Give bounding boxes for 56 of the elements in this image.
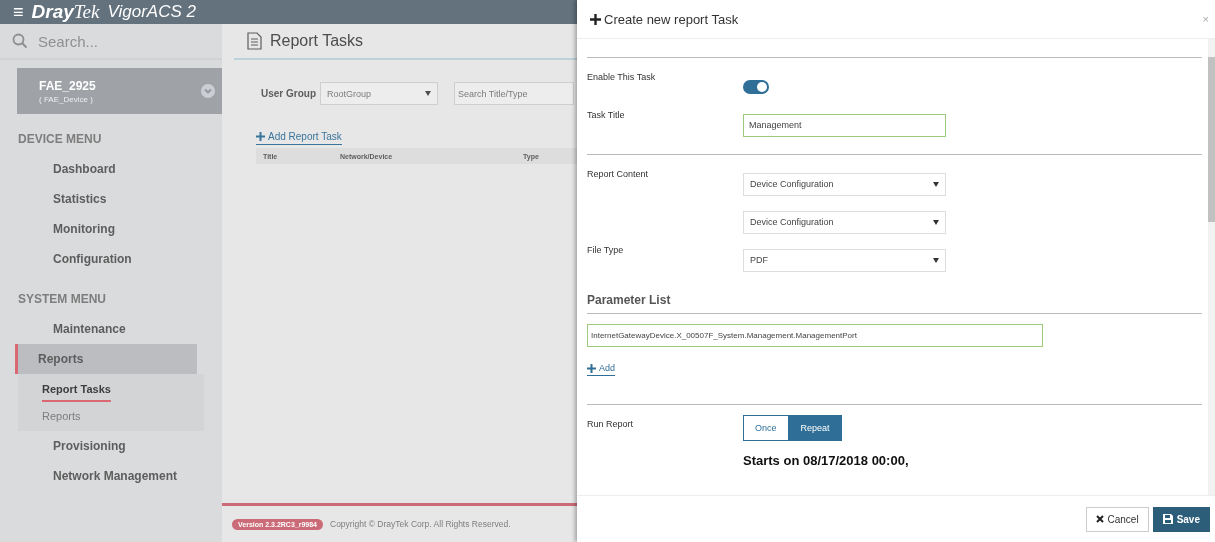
menu-button[interactable]: ≡ (13, 3, 24, 21)
sidebar-item[interactable]: Reports (15, 344, 197, 374)
field-label: File Type (587, 244, 625, 255)
plus-icon (587, 363, 596, 373)
plus-icon (590, 13, 601, 25)
sidebar-item[interactable]: Statistics (15, 184, 197, 214)
parameter-field[interactable]: InternetGatewayDevice.X_00507F_System.Management.ManagementPort (587, 324, 1043, 347)
caret-icon (933, 181, 939, 187)
document-icon (247, 32, 262, 50)
cancel-button[interactable]: Cancel (1085, 506, 1149, 532)
filter-label: User Group (261, 88, 316, 99)
sidebar-item[interactable]: Dashboard (15, 154, 197, 184)
field-label: Run Report (587, 418, 635, 429)
run-mode-tab[interactable]: Once (743, 415, 789, 441)
close-icon (1095, 515, 1104, 523)
device-selector[interactable]: FAE_2925 ( FAE_Device ) (17, 68, 222, 114)
user-group-select[interactable]: RootGroup (320, 82, 438, 105)
chevron-down-icon (201, 84, 215, 98)
caret-icon (933, 219, 939, 225)
submenu-item[interactable]: Report Tasks (18, 378, 204, 405)
toggle-switch[interactable] (743, 80, 769, 94)
sidebar-item[interactable]: Monitoring (15, 214, 197, 244)
sidebar-item[interactable]: Provisioning (15, 431, 197, 461)
menu-section-title: SYSTEM MENU (17, 292, 107, 306)
search-icon (12, 33, 28, 49)
search-field[interactable]: Search Title/Type (454, 82, 574, 105)
submenu-item[interactable]: Reports (18, 405, 204, 427)
caret-icon (425, 91, 431, 96)
sidebar-item[interactable]: Network Management (15, 461, 197, 491)
caret-icon (933, 257, 939, 263)
device-name: FAE_2925 (39, 78, 96, 93)
schedule-text: Starts on 08/17/2018 00:00, (743, 453, 909, 468)
brand-logo: DrayTek (31, 1, 100, 23)
device-type: ( FAE_Device ) (39, 94, 94, 104)
add-link[interactable]: Add (587, 363, 615, 376)
plus-icon (256, 132, 265, 141)
file-type-select[interactable]: PDF (743, 248, 946, 272)
sidebar-item[interactable]: Maintenance (15, 314, 197, 344)
field-label: Task Title (587, 109, 626, 120)
scrollbar[interactable] (1208, 39, 1215, 495)
page-title: Report Tasks (270, 32, 364, 50)
menu-section-title: DEVICE MENU (17, 132, 103, 146)
run-mode-tab[interactable]: Repeat (788, 415, 842, 441)
report-content-select[interactable]: Device Configuration (743, 210, 946, 234)
section-heading: Parameter List (587, 293, 672, 307)
field-label: Enable This Task (587, 71, 657, 82)
save-button[interactable]: Save (1152, 506, 1210, 532)
modal-title: Create new report Task (590, 11, 739, 27)
field-label: Report Content (587, 168, 650, 179)
report-content-select[interactable]: Device Configuration (743, 172, 946, 196)
search-field[interactable]: Search... (36, 31, 200, 51)
sidebar-item[interactable]: Configuration (15, 244, 197, 274)
add-report-task-link[interactable]: Add Report Task (256, 131, 342, 145)
product-name: VigorACS 2 (107, 2, 196, 22)
copyright-text: Copyright © DrayTek Corp. All Rights Reserved. (330, 519, 511, 529)
task-title-field[interactable]: Management (743, 113, 946, 137)
